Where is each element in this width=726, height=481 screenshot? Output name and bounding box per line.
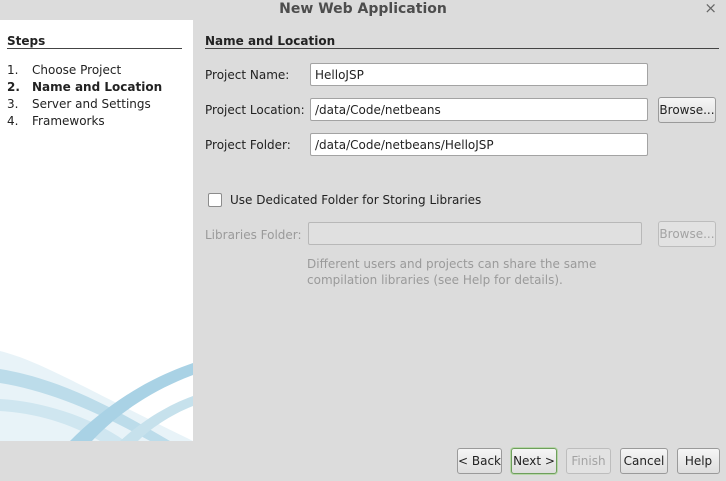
steps-panel: Steps 1. Choose Project 2. Name and Locati… [0,20,193,441]
project-name-label: Project Name: [205,68,290,82]
dedicated-folder-option[interactable]: Use Dedicated Folder for Storing Librari… [208,192,481,208]
hint-line: compilation libraries (see Help for deta… [307,273,563,287]
help-button[interactable]: Help [677,448,720,474]
libraries-hint: Different users and projects can share t… [307,256,607,288]
step-label: Choose Project [32,63,122,77]
close-icon[interactable]: × [704,0,717,18]
browse-location-button[interactable]: Browse... [658,97,716,123]
step-number: 1. [7,63,19,77]
project-name-field[interactable] [310,63,648,86]
dedicated-folder-checkbox[interactable] [208,193,222,207]
steps-title: Steps [7,34,46,48]
steps-divider [7,48,182,49]
step-label: Frameworks [32,114,105,128]
step-choose-project: 1. Choose Project [7,62,121,78]
step-frameworks: 4. Frameworks [7,113,105,129]
libraries-folder-field [308,222,642,245]
netbeans-swoosh-graphic [0,351,193,441]
step-name-and-location: 2. Name and Location [7,79,162,95]
step-number: 2. [7,80,20,94]
title-bar: New Web Application × [0,0,726,20]
back-button[interactable]: < Back [457,448,502,474]
next-button[interactable]: Next > [511,448,557,474]
step-label: Name and Location [32,80,163,94]
project-folder-field[interactable] [310,133,648,156]
project-location-field[interactable] [310,98,648,121]
cancel-button[interactable]: Cancel [620,448,668,474]
window-title: New Web Application [279,1,447,17]
project-folder-label: Project Folder: [205,138,291,152]
section-divider [205,48,719,49]
step-server-and-settings: 3. Server and Settings [7,96,151,112]
step-number: 4. [7,114,19,128]
step-number: 3. [7,97,19,111]
dedicated-folder-label: Use Dedicated Folder for Storing Librari… [230,193,482,207]
libraries-folder-label: Libraries Folder: [205,228,302,242]
finish-button: Finish [566,448,611,474]
hint-line: Different users and projects can share t… [307,257,597,271]
content-panel: Name and Location Project Name: Project … [193,20,726,441]
project-location-label: Project Location: [205,103,305,117]
step-label: Server and Settings [32,97,151,111]
section-title: Name and Location [205,34,336,48]
browse-libraries-button: Browse... [658,221,716,247]
